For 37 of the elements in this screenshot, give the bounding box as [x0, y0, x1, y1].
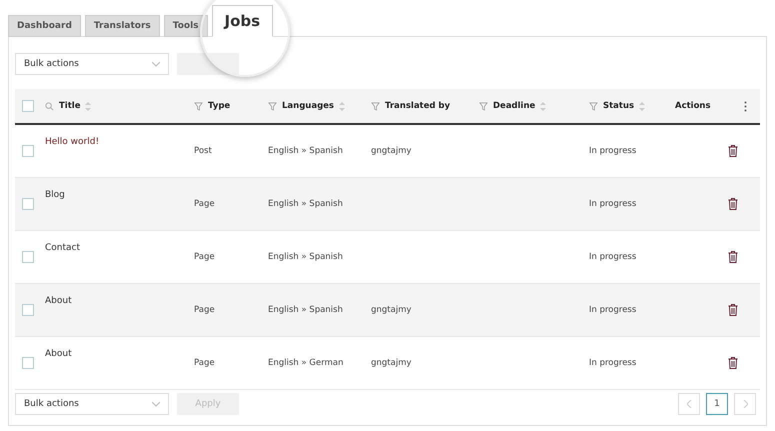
- table-cell: gngtajmy: [371, 358, 412, 368]
- table-cell: In progress: [589, 305, 636, 315]
- job-title[interactable]: About: [45, 296, 72, 306]
- tab[interactable]: Jobs: [212, 5, 274, 37]
- tab[interactable]: Translators: [84, 15, 160, 37]
- column-header[interactable]: Languages: [282, 101, 334, 111]
- column-header: Type: [208, 101, 230, 111]
- column-header[interactable]: Deadline: [493, 101, 536, 111]
- table-cell: English » Spanish: [268, 305, 343, 315]
- bulk-actions-select[interactable]: Bulk actions: [15, 53, 169, 75]
- table-cell: English » Spanish: [268, 146, 343, 156]
- table-cell: In progress: [589, 358, 636, 368]
- table-cell: English » German: [268, 358, 344, 368]
- table-cell: English » Spanish: [268, 199, 343, 209]
- tab[interactable]: Dashboard: [8, 15, 81, 37]
- column-header[interactable]: Title: [59, 101, 80, 111]
- table-cell: gngtajmy: [371, 146, 412, 156]
- table-cell: In progress: [589, 146, 636, 156]
- table-cell: In progress: [589, 252, 636, 262]
- table-cell: Page: [194, 305, 215, 315]
- page-button[interactable]: 1: [706, 393, 728, 415]
- table-cell: English » Spanish: [268, 252, 343, 262]
- bulk-actions-select[interactable]: Bulk actions: [15, 393, 169, 415]
- table-cell: Post: [194, 146, 212, 156]
- job-title[interactable]: Hello world!: [45, 137, 100, 147]
- tab[interactable]: Tools: [164, 15, 208, 37]
- job-title[interactable]: Blog: [45, 190, 65, 200]
- column-header: Actions: [675, 101, 711, 111]
- table-cell: Page: [194, 358, 215, 368]
- table-cell: Page: [194, 199, 215, 209]
- job-title[interactable]: About: [45, 349, 72, 359]
- table-cell: In progress: [589, 199, 636, 209]
- column-header[interactable]: Status: [603, 101, 634, 111]
- job-title[interactable]: Contact: [45, 243, 80, 253]
- table-cell: gngtajmy: [371, 305, 412, 315]
- table-cell: Page: [194, 252, 215, 262]
- column-header: Translated by: [385, 101, 450, 111]
